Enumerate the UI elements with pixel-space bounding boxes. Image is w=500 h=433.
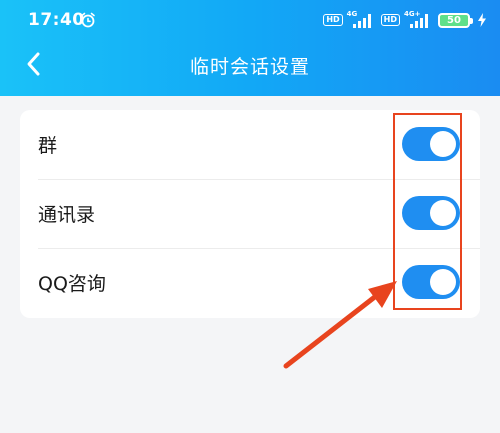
alarm-icon xyxy=(81,12,95,28)
app-header: 17:40 HD 4G HD 4G+ 50 临时会话设置 xyxy=(0,0,500,96)
status-right: HD 4G HD 4G+ 50 xyxy=(323,10,486,30)
settings-row-label: 群 xyxy=(38,135,58,157)
battery-level: 50 xyxy=(447,14,461,26)
network-1: 4G xyxy=(347,10,377,29)
page-title: 临时会话设置 xyxy=(189,56,310,78)
battery-icon: 50 xyxy=(438,12,473,28)
signal-icon-2 xyxy=(410,14,428,28)
charging-icon xyxy=(478,13,486,27)
network-2: 4G+ xyxy=(404,10,434,29)
settings-row-label: 通讯录 xyxy=(38,204,96,226)
status-time: 17:40 xyxy=(28,10,85,30)
hd-badge: HD xyxy=(323,14,343,26)
annotation-highlight-box xyxy=(393,113,462,310)
hd-badge-2: HD xyxy=(380,14,400,26)
signal-icon xyxy=(352,14,371,28)
settings-row-label: QQ咨询 xyxy=(38,273,106,295)
status-bar: 17:40 HD 4G HD 4G+ 50 xyxy=(0,0,500,40)
